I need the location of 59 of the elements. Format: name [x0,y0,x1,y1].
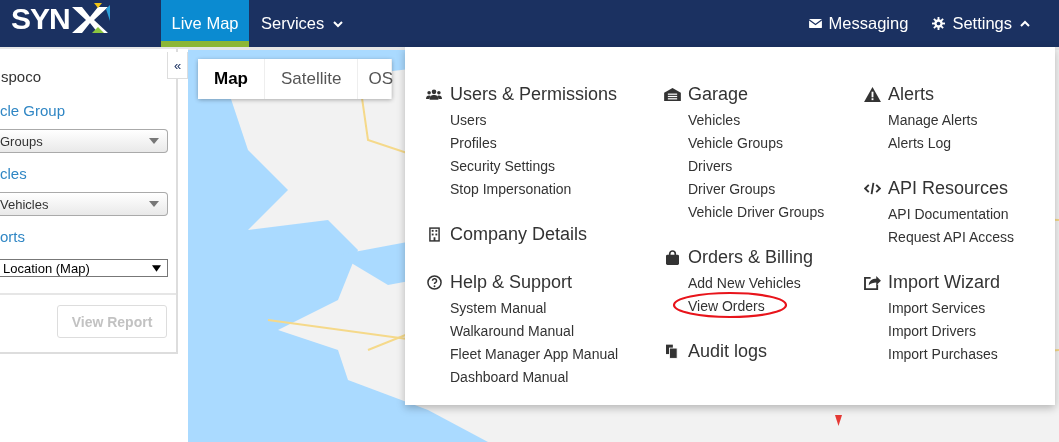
caret-icon [149,138,159,144]
menu-link[interactable]: API Documentation [888,205,1009,222]
envelope-icon [808,18,822,29]
section-heading: Import Wizard [888,272,1001,293]
section-heading: Audit logs [688,341,768,362]
nav-tab[interactable]: Live Map [161,0,249,47]
menu-link[interactable]: Import Drivers [888,322,976,339]
files-icon [663,344,681,359]
section-heading: Help & Support [450,272,573,293]
menu-link[interactable]: Vehicle Groups [688,134,783,151]
gear-icon [932,17,946,30]
export-icon [863,275,881,290]
menu-link[interactable]: Stop Impersonation [450,180,572,197]
field-label: cle Group [0,101,67,121]
select-field[interactable]: Groups [0,129,168,153]
select-field[interactable]: Vehicles [0,192,168,216]
map-type-tab[interactable]: Satellite [265,59,359,99]
warning-icon [863,87,881,102]
logo-text: SYN [11,2,70,36]
menu-link[interactable]: Dashboard Manual [450,368,569,385]
bag-icon [663,250,681,265]
menu-link[interactable]: System Manual [450,299,547,316]
account-name: spoco [1,67,43,87]
section-heading: Garage [688,84,749,105]
caret-icon [149,201,159,207]
select-field[interactable]: Location (Map) [0,259,168,277]
menu-link[interactable]: Vehicle Driver Groups [688,203,825,220]
menu-link[interactable]: Import Purchases [888,345,998,362]
section-heading: Users & Permissions [450,84,618,105]
menu-link[interactable]: Alerts Log [888,134,952,151]
nav-tab[interactable]: Services [249,0,357,47]
field-label: orts [0,227,26,247]
menu-link[interactable]: Driver Groups [688,180,776,197]
menu-link[interactable]: Fleet Manager App Manual [450,345,619,362]
section-heading: API Resources [888,178,1009,199]
collapse-button[interactable]: « [167,52,188,79]
garage-icon [663,88,681,101]
map-type-tab[interactable]: Map [198,59,265,99]
nav-link[interactable]: Messaging [796,0,921,47]
menu-link[interactable]: Import Services [888,299,986,316]
section-heading: Company Details [450,224,588,245]
menu-link[interactable]: Walkaround Manual [450,322,574,339]
menu-link[interactable]: Drivers [688,157,733,174]
map-type-tab[interactable]: OS [358,59,393,99]
section-heading: Alerts [888,84,934,105]
field-label: cles [0,164,28,184]
section-heading: Orders & Billing [688,247,814,268]
menu-link[interactable]: Security Settings [450,157,556,174]
users-icon [425,89,443,100]
menu-link[interactable]: Profiles [450,134,497,151]
question-icon [425,275,443,290]
menu-link[interactable]: Vehicles [688,111,741,128]
nav-link[interactable]: Settings [920,0,1059,47]
menu-link[interactable]: Request API Access [888,228,1015,245]
code-icon [863,182,881,195]
menu-link[interactable]: Manage Alerts [888,111,978,128]
menu-link[interactable]: Users [450,111,487,128]
caret-icon [152,264,161,272]
menu-link[interactable]: Add New Vehicles [688,274,801,291]
